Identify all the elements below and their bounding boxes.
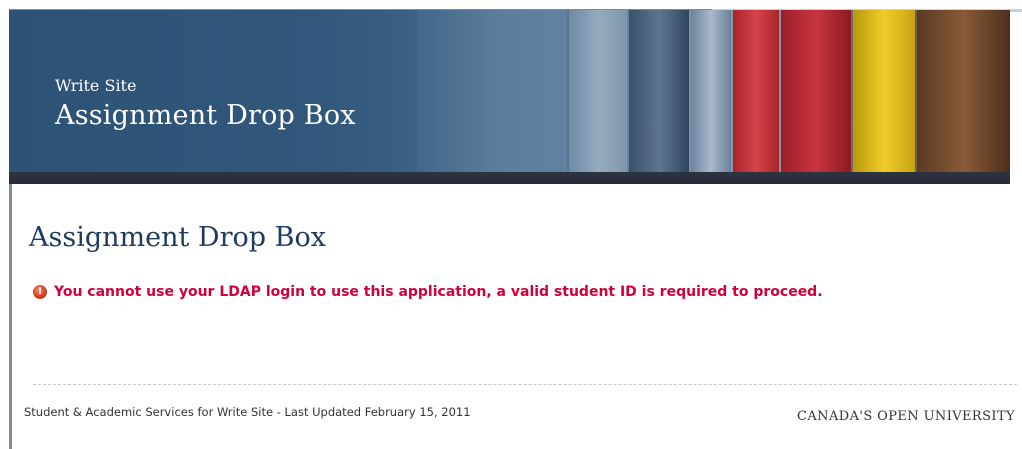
site-name: Write Site xyxy=(55,76,137,95)
header-banner: Write Site Assignment Drop Box xyxy=(9,10,1010,184)
footer-text: Student & Academic Services for Write Si… xyxy=(24,405,471,419)
banner-title: Assignment Drop Box xyxy=(55,100,356,131)
footer-org-name: CANADA'S OPEN UNIVERSITY xyxy=(797,409,1015,424)
banner-overlay xyxy=(9,10,1010,184)
error-icon: ! xyxy=(33,285,47,299)
error-text: You cannot use your LDAP login to use th… xyxy=(54,284,823,300)
error-message: ! You cannot use your LDAP login to use … xyxy=(33,284,823,300)
footer-divider xyxy=(33,384,1017,385)
page-title: Assignment Drop Box xyxy=(29,222,326,253)
banner-bottom-bar xyxy=(9,172,1010,184)
